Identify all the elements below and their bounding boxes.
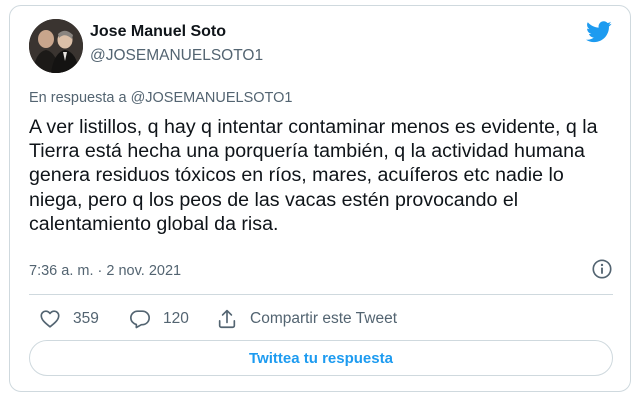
tweet-meta: 7:36 a. m. · 2 nov. 2021 <box>29 258 613 282</box>
reply-context[interactable]: En respuesta a @JOSEMANUELSOTO1 <box>29 90 292 106</box>
reply-tweet-button[interactable]: Twittea tu respuesta <box>29 340 613 376</box>
share-button[interactable]: Compartir este Tweet <box>216 306 397 332</box>
twitter-bird-icon[interactable] <box>586 21 612 43</box>
like-button[interactable]: 359 <box>39 306 99 332</box>
reply-count: 120 <box>163 310 189 327</box>
reply-bubble-icon <box>130 310 150 329</box>
tweet-timestamp[interactable]: 7:36 a. m. · 2 nov. 2021 <box>29 263 181 279</box>
author-avatar[interactable] <box>29 19 83 73</box>
share-upload-icon <box>218 309 236 329</box>
like-count: 359 <box>73 310 99 327</box>
tweet-text: A ver listillos, q hay q intentar contam… <box>29 116 598 235</box>
divider <box>29 294 613 295</box>
heart-icon <box>40 310 60 328</box>
share-label: Compartir este Tweet <box>250 310 398 327</box>
tweet-card: Jose Manuel Soto @JOSEMANUELSOTO1 En res… <box>9 5 631 392</box>
action-bar: 359 120 Compartir este Tweet <box>29 306 613 332</box>
info-icon[interactable] <box>591 258 613 280</box>
avatar-photo <box>29 19 83 73</box>
author-name[interactable]: Jose Manuel Soto <box>90 23 226 41</box>
author-handle[interactable]: @JOSEMANUELSOTO1 <box>90 47 263 65</box>
reply-action-button[interactable]: 120 <box>129 306 189 332</box>
